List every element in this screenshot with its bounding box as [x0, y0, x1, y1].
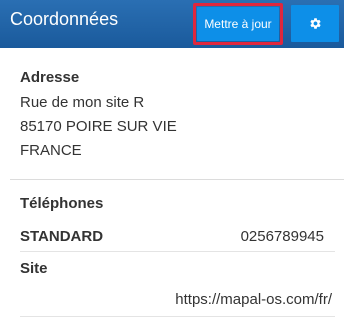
address-line-3: FRANCE: [20, 142, 82, 159]
address-line-1: Rue de mon site R: [20, 94, 145, 111]
row-divider: [20, 316, 335, 317]
gear-icon: [310, 18, 321, 29]
phone-value-standard: 0256789945: [240, 228, 324, 245]
card-title: Coordonnées: [10, 9, 119, 29]
row-divider: [20, 251, 335, 252]
coordinates-card: Coordonnées Mettre à jour Adresse Rue de…: [0, 0, 344, 328]
section-divider: [10, 179, 344, 180]
card-header: Coordonnées Mettre à jour: [0, 0, 344, 48]
address-title: Adresse: [20, 69, 80, 86]
address-line-2: 85170 POIRE SUR VIE: [20, 118, 177, 135]
site-title: Site: [20, 260, 48, 277]
site-url-link[interactable]: https://mapal-os.com/fr/: [175, 291, 332, 308]
settings-button[interactable]: [291, 5, 339, 42]
phones-title: Téléphones: [20, 195, 104, 212]
update-button[interactable]: Mettre à jour: [197, 7, 279, 41]
phone-label-standard: STANDARD: [20, 228, 104, 245]
